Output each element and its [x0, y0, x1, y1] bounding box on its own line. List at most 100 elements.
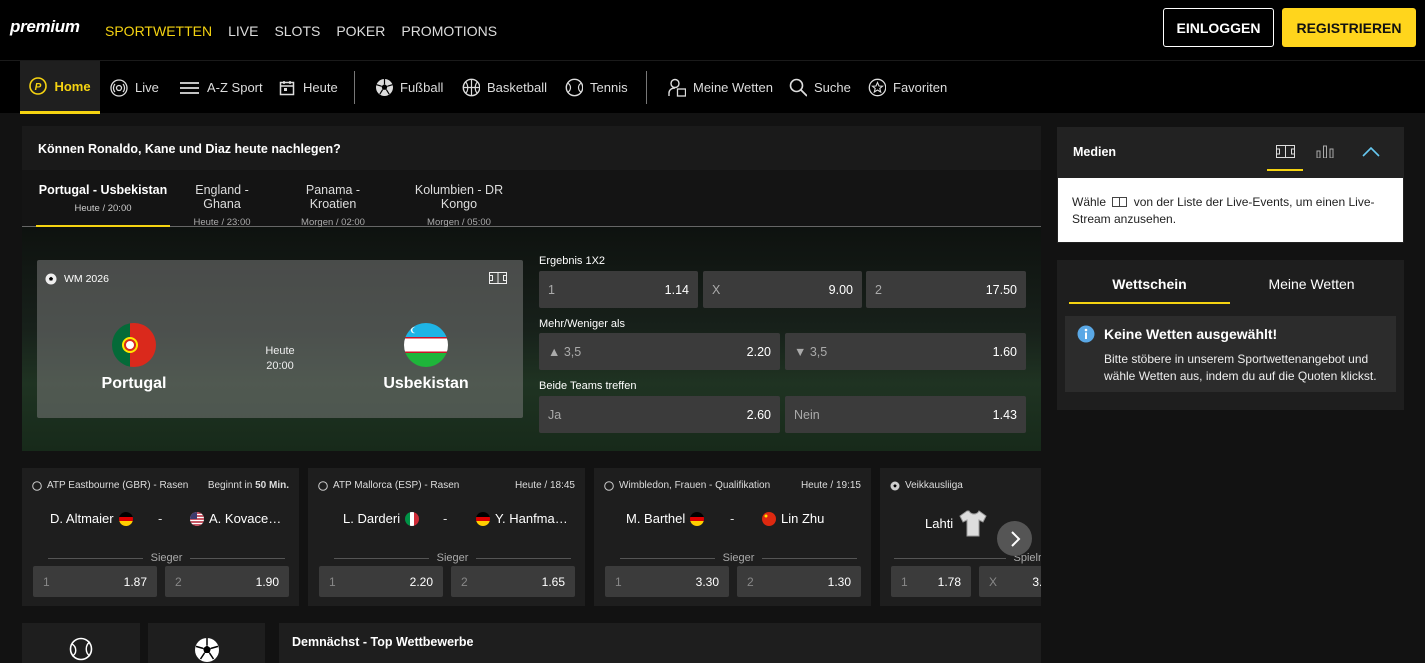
odds-value: 1.78 [937, 574, 961, 589]
tennis-ball-icon [565, 78, 583, 97]
sport-tile-football[interactable] [148, 623, 265, 663]
start-time: Beginnt in 50 Min. [208, 480, 289, 491]
login-button[interactable]: EINLOGGEN [1163, 8, 1274, 47]
odds-value: 1.43 [992, 407, 1017, 422]
team-home: Lahti [925, 508, 988, 538]
odds-button[interactable]: Ja 2.60 [539, 396, 780, 433]
player-name: M. Barthel [626, 511, 686, 526]
market-divider: Sieger [334, 552, 572, 564]
nav-poker[interactable]: POKER [336, 23, 385, 39]
media-tab-indicator [1267, 169, 1303, 171]
odds-button[interactable]: 1 1.87 [33, 566, 157, 597]
card-header: ATP Eastbourne (GBR) - Rasen Beginnt in … [32, 480, 289, 491]
subnav-az-label: A-Z Sport [207, 80, 263, 95]
match-card[interactable]: WM 2026 Portugal Heute 20:00 Usbekistan [37, 260, 523, 418]
subnav-az-sport[interactable]: A-Z Sport [179, 61, 263, 114]
odds-value: 2.20 [409, 574, 433, 589]
match-tab-title: Panama - Kroatien [305, 183, 361, 211]
brand-logo[interactable]: premium [10, 17, 80, 37]
odds-button[interactable]: 2 1.90 [165, 566, 289, 597]
tennis-ball-icon [69, 637, 93, 663]
subnav-tennis[interactable]: Tennis [565, 61, 628, 114]
match-tab-1[interactable]: Portugal - Usbekistan Heute / 20:00 [36, 183, 170, 227]
media-panel: Medien Wähle von der Liste der Live-Even… [1057, 127, 1404, 243]
subnav-home[interactable]: P Home [20, 61, 100, 114]
odds-button[interactable]: 2 1.65 [451, 566, 575, 597]
card-header: Veikkausliiga [890, 480, 1031, 491]
player-name: D. Altmaier [50, 511, 114, 526]
match-card[interactable]: Wimbledon, Frauen - Qualifikation Heute … [594, 468, 871, 606]
odds-value: 1.90 [255, 574, 279, 589]
china-flag-icon [762, 511, 776, 526]
carousel-next-button[interactable] [997, 521, 1032, 556]
team-name: Lahti [925, 515, 954, 531]
featured-matches-panel: Können Ronaldo, Kane und Diaz heute nach… [22, 126, 1041, 451]
football-icon [375, 79, 393, 97]
stats-bars-icon[interactable] [1316, 145, 1335, 158]
subnav-search[interactable]: Suche [789, 61, 851, 114]
subnav-basketball[interactable]: Basketball [462, 61, 547, 114]
pitch-icon[interactable] [1276, 145, 1295, 158]
subnav-live[interactable]: Live [110, 61, 159, 114]
svg-text:P: P [35, 82, 42, 93]
nav-promotions[interactable]: PROMOTIONS [401, 23, 497, 39]
versus-dash: - [443, 511, 448, 526]
match-card[interactable]: ATP Mallorca (ESP) - Rasen Heute / 18:45… [308, 468, 585, 606]
match-tab-2[interactable]: England - Ghana Heute / 23:00 [177, 183, 267, 228]
subnav-today[interactable]: Heute [278, 61, 338, 114]
market-name: Sieger [150, 552, 183, 564]
odds-key: Ja [548, 407, 562, 422]
odds-value: 1.60 [992, 344, 1017, 359]
odds-value: 3.30 [695, 574, 719, 589]
odds-button[interactable]: 1 3.30 [605, 566, 729, 597]
odds-button[interactable]: ▼ 3,5 1.60 [785, 333, 1026, 370]
player-away: Y. Hanfma… [476, 511, 568, 526]
league-name: ATP Eastbourne (GBR) - Rasen [47, 480, 189, 491]
chevron-up-icon[interactable] [1362, 147, 1380, 157]
odds-key: 2 [461, 574, 468, 589]
empty-betslip-notice: Keine Wetten ausgewählt! Bitte stöbere i… [1065, 316, 1396, 392]
tab-my-bets[interactable]: Meine Wetten [1231, 276, 1392, 292]
player-home: M. Barthel [626, 511, 705, 526]
odds-key: 1 [615, 574, 622, 589]
register-button[interactable]: REGISTRIEREN [1282, 8, 1416, 47]
odds-value: 1.65 [541, 574, 565, 589]
odds-key: X [712, 282, 721, 297]
nav-slots[interactable]: SLOTS [274, 23, 320, 39]
subnav-my-bets[interactable]: Meine Wetten [668, 61, 773, 114]
match-tab-time: Heute / 20:00 [74, 203, 132, 214]
odds-button[interactable]: 2 1.30 [737, 566, 861, 597]
odds-key: ▼ 3,5 [794, 344, 828, 359]
subnav-football[interactable]: Fußball [375, 61, 443, 114]
kickoff-day: Heute [265, 345, 295, 357]
subnav-favorites[interactable]: Favoriten [868, 61, 947, 114]
odds-button[interactable]: 1 1.14 [539, 271, 698, 308]
germany-flag-icon [118, 511, 133, 526]
usa-flag-icon [190, 511, 204, 526]
odds-button[interactable]: X 9.00 [703, 271, 862, 308]
subnav-today-label: Heute [303, 80, 338, 95]
odds-value: 1.87 [123, 574, 147, 589]
portugal-flag-icon [112, 323, 156, 367]
pitch-stats-icon[interactable] [489, 272, 507, 284]
tab-betslip[interactable]: Wettschein [1069, 276, 1230, 304]
odds-button[interactable]: ▲ 3,5 2.20 [539, 333, 780, 370]
nav-live[interactable]: LIVE [228, 23, 258, 39]
odds-button[interactable]: 2 17.50 [866, 271, 1026, 308]
player-name: A. Kovace… [209, 511, 282, 526]
odds-key: Nein [794, 407, 820, 422]
pitch-inline-icon [1112, 197, 1128, 207]
match-tab-3[interactable]: Panama - Kroatien Morgen / 02:00 [281, 183, 385, 228]
odds-key: 1 [901, 574, 908, 589]
odds-button[interactable]: X 3.6 [979, 566, 1041, 597]
upcoming-competitions-header: Demnächst - Top Wettbewerbe [279, 623, 1041, 663]
nav-sportwetten[interactable]: SPORTWETTEN [105, 23, 212, 39]
sport-tile-tennis[interactable] [22, 623, 140, 663]
odds-button[interactable]: Nein 1.43 [785, 396, 1026, 433]
match-card[interactable]: ATP Eastbourne (GBR) - Rasen Beginnt in … [22, 468, 299, 606]
match-tab-4[interactable]: Kolumbien - DR Kongo Morgen / 05:00 [398, 183, 520, 228]
odds-button[interactable]: 1 1.78 [891, 566, 971, 597]
tennis-ball-icon [318, 480, 328, 491]
promo-title: Können Ronaldo, Kane und Diaz heute nach… [38, 142, 341, 156]
odds-button[interactable]: 1 2.20 [319, 566, 443, 597]
